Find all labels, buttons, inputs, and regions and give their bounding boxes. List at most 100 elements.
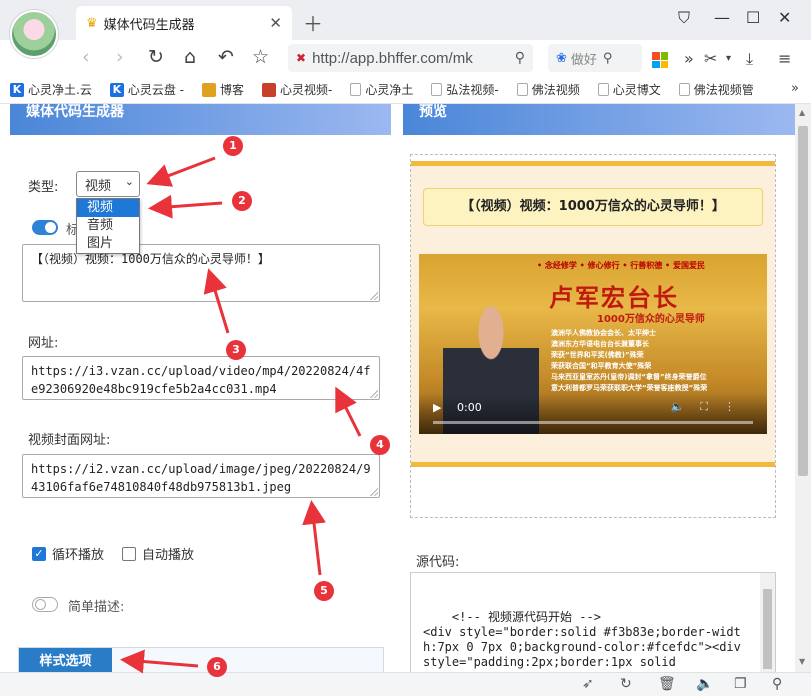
progress-bar[interactable]: [433, 421, 753, 424]
search-icon[interactable]: ⚲: [603, 51, 613, 66]
resize-grip-icon[interactable]: [370, 292, 378, 300]
bookmark-item[interactable]: 弘法视频-: [431, 81, 499, 98]
check-icon: ✓: [32, 546, 46, 561]
refresh-icon[interactable]: ↻: [148, 46, 164, 68]
page-icon: [350, 83, 362, 96]
scissors-icon[interactable]: ✂: [704, 49, 717, 68]
address-bar[interactable]: ✖ http://app.bhffer.com/mk ⚲: [288, 44, 533, 72]
home-icon[interactable]: ⌂: [184, 46, 196, 68]
search-icon[interactable]: ⚲: [515, 50, 525, 66]
source-label: 源代码:: [416, 555, 460, 570]
page-icon: [678, 83, 690, 96]
type-dropdown: 视频 音频 图片: [76, 198, 140, 254]
search-box[interactable]: ❀ 做好 ⚲: [548, 44, 642, 72]
k-logo-icon: K: [109, 82, 124, 97]
type-option[interactable]: 音频: [77, 217, 139, 235]
type-select[interactable]: 视频 ⌄: [76, 171, 140, 197]
loop-checkbox[interactable]: ✓ 循环播放: [32, 544, 104, 563]
page-scrollbar[interactable]: ▲ ▼: [795, 104, 811, 672]
description-toggle[interactable]: [32, 597, 58, 612]
new-tab-icon[interactable]: ＋: [303, 8, 323, 37]
scroll-down-icon[interactable]: ▼: [799, 657, 805, 666]
menu-icon[interactable]: ≡: [778, 49, 791, 68]
cover-label: 视频封面网址:: [28, 433, 111, 448]
left-panel-title: 媒体代码生成器: [10, 104, 391, 135]
bookmark-item[interactable]: K 心灵净土.云: [10, 81, 92, 98]
page-content: 媒体代码生成器 预览 类型: 视频 ⌄ 视频 音频 图片 标 【（视频）视频：1…: [0, 104, 795, 672]
more-tools-icon[interactable]: »: [684, 49, 694, 68]
annotation-marker: 3: [226, 340, 246, 360]
type-label: 类型:: [28, 180, 59, 195]
page-icon: [597, 83, 609, 96]
autoplay-checkbox[interactable]: 自动播放: [122, 544, 194, 563]
trash-icon[interactable]: 🗑: [658, 676, 676, 692]
browser-tab-active[interactable]: ♛ 媒体代码生成器 ✕: [76, 6, 292, 40]
video-subtitle: 1000万信众的心灵导师: [597, 314, 705, 325]
resize-grip-icon[interactable]: [370, 390, 378, 398]
refresh-icon[interactable]: ↻: [620, 676, 632, 692]
video-time: 0:00: [457, 401, 482, 414]
browser-toolbar: ‹ › ↻ ⌂ ↶ ☆ ✖ http://app.bhffer.com/mk ⚲…: [0, 40, 811, 76]
source-code-textarea[interactable]: <!-- 视频源代码开始 --> <div style="border:soli…: [410, 572, 776, 672]
annotation-marker: 4: [370, 435, 390, 455]
tab-title: 媒体代码生成器: [103, 17, 195, 33]
bookmarks-more-icon[interactable]: »: [791, 81, 799, 96]
shirt-icon[interactable]: ⛉: [678, 8, 690, 28]
type-select-value: 视频: [85, 179, 112, 194]
video-name: 卢军宏台长: [549, 283, 679, 312]
minimize-icon[interactable]: —: [714, 8, 730, 27]
url-textarea[interactable]: https://i3.vzan.cc/upload/video/mp4/2022…: [22, 356, 380, 400]
bookmark-item[interactable]: 心灵视频-: [262, 81, 332, 98]
bookmark-item[interactable]: 佛法视频管: [678, 81, 754, 98]
code-scrollbar[interactable]: [760, 573, 775, 672]
page-icon: [431, 83, 443, 96]
resize-grip-icon[interactable]: [370, 488, 378, 496]
scrollbar-thumb[interactable]: [798, 126, 808, 476]
volume-icon[interactable]: 🔈: [696, 676, 713, 692]
url-label: 网址:: [28, 336, 59, 351]
star-icon[interactable]: ☆: [252, 46, 269, 68]
style-options-tabs: 样式选项: [18, 647, 384, 672]
bookmarks-bar: K 心灵净土.云 K 心灵云盘 - 博客 心灵视频- 心灵净土 弘法视频- 佛法视频…: [0, 76, 811, 104]
preview-title: 【（视频）视频：1000万信众的心灵导师！】: [423, 188, 763, 226]
zoom-icon[interactable]: ⚲: [772, 676, 782, 692]
cover-textarea[interactable]: https://i2.vzan.cc/upload/image/jpeg/202…: [22, 454, 380, 498]
title-toggle[interactable]: [32, 220, 58, 235]
download-icon[interactable]: ⤓: [746, 49, 753, 69]
bookmark-item[interactable]: 佛法视频: [516, 81, 580, 98]
type-option[interactable]: 图片: [77, 235, 139, 253]
scroll-up-icon[interactable]: ▲: [799, 108, 805, 117]
bookmark-item[interactable]: 博客: [201, 81, 244, 98]
annotation-marker: 6: [207, 657, 227, 677]
apps-icon[interactable]: [652, 52, 668, 68]
video-site-icon: [262, 82, 276, 97]
bookmark-item[interactable]: 心灵博文: [597, 81, 661, 98]
annotation-marker: 2: [232, 191, 252, 211]
chevron-down-icon: ⌄: [124, 175, 134, 188]
back-icon[interactable]: ‹: [82, 46, 90, 68]
bookmark-item[interactable]: 心灵净土: [350, 81, 413, 98]
bookmark-item[interactable]: K 心灵云盘 -: [109, 81, 184, 98]
maximize-icon[interactable]: ☐: [746, 8, 760, 27]
annotation-marker: 5: [314, 581, 334, 601]
type-option[interactable]: 视频: [77, 199, 139, 217]
page-icon: [516, 83, 528, 96]
browser-avatar[interactable]: [10, 10, 58, 58]
forward-icon[interactable]: ›: [116, 46, 124, 68]
video-tags: • 念经修学 • 修心修行 • 行善积德 • 爱国爱民: [537, 261, 705, 270]
close-tab-icon[interactable]: ✕: [269, 14, 282, 32]
play-icon[interactable]: ▶: [433, 401, 441, 414]
undo-icon[interactable]: ↶: [218, 46, 234, 68]
dropdown-icon[interactable]: ▾: [726, 53, 731, 64]
insecure-icon: ✖: [296, 51, 307, 65]
video-lines: 澳洲华人佛教协会会长、太平绅士 澳洲东方华语电台台长兼董事长 荣获“世界和平奖(…: [551, 329, 708, 392]
tab-style-options[interactable]: 样式选项: [19, 648, 112, 672]
rocket-icon[interactable]: ➶: [582, 676, 594, 692]
preview-box: 【（视频）视频：1000万信众的心灵导师！】 • 念经修学 • 修心修行 • 行…: [410, 154, 776, 518]
video-player[interactable]: • 念经修学 • 修心修行 • 行善积德 • 爱国爱民 卢军宏台长 1000万信…: [419, 254, 767, 434]
window-icon[interactable]: ❐: [734, 676, 747, 692]
volume-fullscreen-more-icons[interactable]: 🔈⛶⋮: [671, 400, 751, 414]
url-text: http://app.bhffer.com/mk: [312, 49, 473, 67]
close-window-icon[interactable]: ✕: [778, 8, 791, 27]
search-box-text: 做好: [570, 52, 597, 68]
